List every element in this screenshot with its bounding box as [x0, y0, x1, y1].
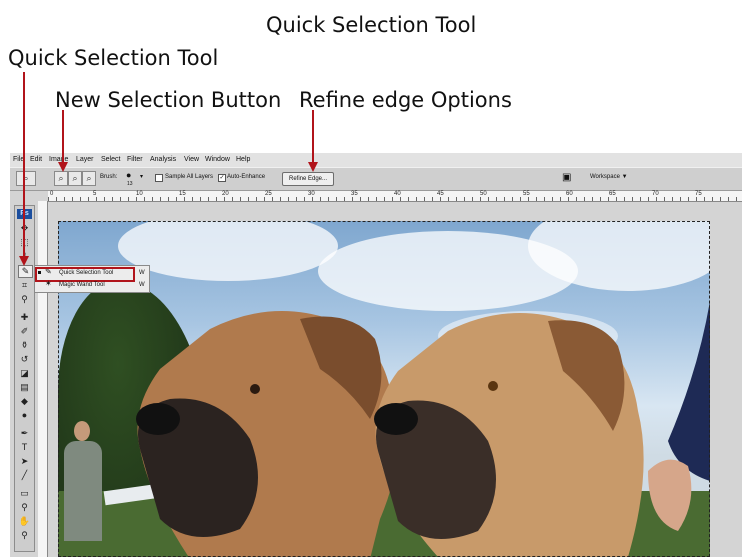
zoom-tool-icon[interactable]: ⚲ [18, 530, 31, 541]
arrow-head-icon [58, 162, 68, 172]
pen-tool-icon[interactable]: ✒ [18, 428, 31, 439]
flyout-item-shortcut: W [139, 282, 145, 288]
path-selection-icon[interactable]: ➤ [18, 456, 31, 467]
menu-help[interactable]: Help [236, 156, 250, 163]
flyout-item-label: Magic Wand Tool [59, 282, 105, 288]
notes-tool-icon[interactable]: ▭ [18, 488, 31, 499]
sample-all-layers-checkbox[interactable] [155, 174, 163, 182]
menu-view[interactable]: View [184, 156, 199, 163]
arrow-head-icon [308, 162, 318, 172]
image-canvas[interactable] [58, 221, 710, 557]
arrow-head-icon [19, 256, 29, 266]
brush-dropdown-icon[interactable]: ▾ [140, 173, 143, 180]
auto-enhance-label: Auto-Enhance [227, 174, 266, 180]
menu-window[interactable]: Window [205, 156, 230, 163]
type-tool-icon[interactable]: T [18, 442, 31, 453]
vertical-ruler [38, 201, 48, 557]
ruler-tick: 0 [50, 191, 54, 197]
workspace-menu[interactable]: Workspace ▼ [590, 174, 628, 180]
arrow-refine-edge [312, 110, 314, 164]
dodge-tool-icon[interactable]: ● [18, 410, 31, 421]
ruler-tick: 20 [222, 191, 229, 197]
arrow-quick-selection [23, 72, 25, 258]
ruler-tick: 65 [609, 191, 616, 197]
ruler-tick: 35 [351, 191, 358, 197]
arrow-new-selection [62, 110, 64, 164]
ruler-tick: 10 [136, 191, 143, 197]
sample-all-layers-label: Sample All Layers [165, 174, 214, 180]
ruler-tick: 60 [566, 191, 573, 197]
ruler-tick: 25 [265, 191, 272, 197]
annotation-title: Quick Selection Tool [266, 13, 477, 37]
bridge-icon[interactable]: ▣ [562, 172, 571, 183]
healing-brush-icon[interactable]: ✚ [18, 312, 31, 323]
menu-select[interactable]: Select [101, 156, 120, 163]
ruler-tick: 50 [480, 191, 487, 197]
tool-flyout-menu: ✎ Quick Selection Tool W ✶ Magic Wand To… [34, 265, 150, 293]
flyout-quick-selection[interactable]: ✎ Quick Selection Tool W [35, 267, 149, 282]
magic-wand-icon: ✶ [45, 279, 52, 288]
quick-selection-tool-icon[interactable]: ✎ [18, 265, 33, 278]
tool-preset-picker[interactable]: ⌕ [16, 171, 36, 186]
flyout-magic-wand[interactable]: ✶ Magic Wand Tool W [35, 279, 149, 291]
brush-tool-icon[interactable]: ✐ [18, 326, 31, 337]
gradient-tool-icon[interactable]: ▤ [18, 382, 31, 393]
menu-filter[interactable]: Filter [127, 156, 143, 163]
annotation-refine-edge: Refine edge Options [299, 88, 512, 112]
add-to-selection-button[interactable]: ⌕ [68, 171, 82, 186]
brush-size: 13 [127, 181, 133, 187]
ruler-tick: 75 [695, 191, 702, 197]
photoshop-window: File Edit Image Layer Select Filter Anal… [10, 153, 742, 557]
person-arm [648, 301, 710, 531]
brush-label: Brush: [100, 174, 118, 180]
color-sampler-icon[interactable]: ⚲ [18, 502, 31, 513]
eyedropper-tool-icon[interactable]: ⚲ [18, 294, 31, 305]
brush-dot-icon[interactable]: ● [126, 170, 131, 180]
history-brush-icon[interactable]: ↺ [18, 354, 31, 365]
eraser-tool-icon[interactable]: ◪ [18, 368, 31, 379]
menu-edit[interactable]: Edit [30, 156, 42, 163]
annotation-new-selection: New Selection Button [55, 88, 282, 112]
new-selection-button[interactable]: ⌕ [54, 171, 68, 186]
ruler-tick: 45 [437, 191, 444, 197]
ruler-tick: 55 [523, 191, 530, 197]
line-tool-icon[interactable]: ╱ [18, 470, 31, 481]
subtract-from-selection-button[interactable]: ⌕ [82, 171, 96, 186]
menu-analysis[interactable]: Analysis [150, 156, 176, 163]
ruler-tick: 5 [93, 191, 97, 197]
ruler-tick: 30 [308, 191, 315, 197]
ruler-tick: 40 [394, 191, 401, 197]
refine-edge-button[interactable]: Refine Edge... [282, 172, 334, 186]
options-bar: ⌕ ⌕ ⌕ ⌕ Brush: ● 13 ▾ Sample All Layers … [10, 167, 742, 191]
clone-stamp-icon[interactable]: ⚱ [18, 340, 31, 351]
crop-tool-icon[interactable]: ⌗ [18, 280, 31, 291]
menu-bar: File Edit Image Layer Select Filter Anal… [10, 153, 742, 167]
flyout-item-shortcut: W [139, 270, 145, 276]
menu-layer[interactable]: Layer [76, 156, 94, 163]
hand-tool-icon[interactable]: ✋ [18, 516, 31, 527]
auto-enhance-checkbox[interactable]: ✓ [218, 174, 226, 182]
blur-tool-icon[interactable]: ◆ [18, 396, 31, 407]
annotation-quick-selection: Quick Selection Tool [8, 46, 219, 70]
ruler-tick: 15 [179, 191, 186, 197]
horizontal-ruler: 0 5 10 15 20 25 30 35 40 45 50 55 60 65 … [48, 191, 742, 202]
ruler-tick: 70 [652, 191, 659, 197]
